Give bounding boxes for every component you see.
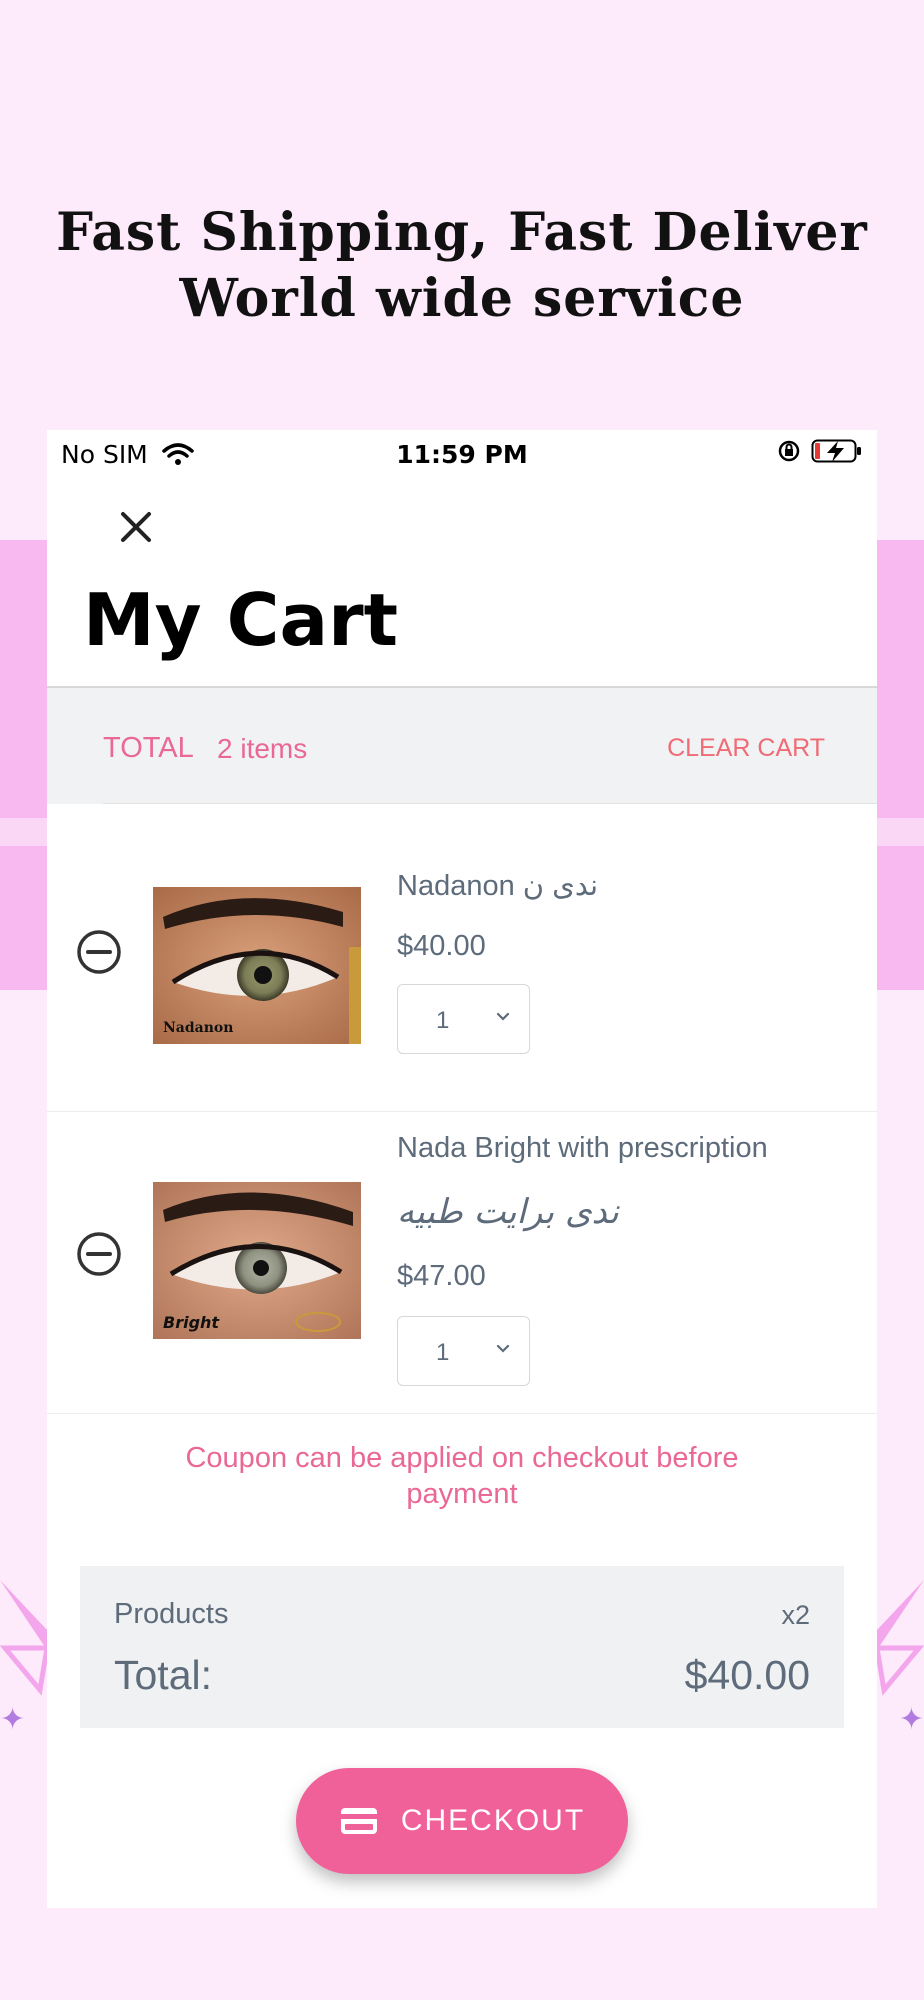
status-bar: No SIM 11:59 PM	[47, 430, 877, 478]
total-label: TOTAL	[103, 732, 194, 764]
checkout-label: CHECKOUT	[400, 1804, 586, 1837]
promo-line-1: Fast Shipping, Fast Deliver	[56, 202, 868, 263]
summary-total-label: Total:	[114, 1652, 212, 1698]
promo-line-2: World wide service	[179, 268, 745, 329]
product-price: $47.00	[397, 1260, 486, 1292]
quantity-value: 1	[436, 1007, 450, 1034]
credit-card-icon	[340, 1808, 377, 1834]
cart-item: Nadanon Nadanon ندى ن $40.00 1	[47, 804, 877, 1112]
image-caption: Nadanon	[163, 1020, 233, 1036]
chevron-down-icon	[496, 1344, 510, 1353]
background-triangle-left	[0, 1580, 47, 1696]
battery-charging-icon	[811, 439, 861, 463]
clear-cart-button[interactable]: CLEAR CART	[667, 734, 825, 763]
background-stripe-left	[0, 818, 47, 846]
image-caption: Bright	[163, 1313, 220, 1332]
promo-headline: Fast Shipping, Fast Deliver World wide s…	[0, 200, 924, 332]
chevron-down-icon	[496, 1012, 510, 1021]
page-title: My Cart	[83, 578, 398, 662]
phone-screen: No SIM 11:59 PM My Cart TOTAL 2 items CL…	[47, 430, 877, 1908]
remove-item-button[interactable]	[75, 1230, 123, 1278]
product-name: Nadanon ندى ن	[397, 870, 599, 902]
background-decoration-right	[877, 540, 924, 990]
background-decoration-left	[0, 540, 47, 990]
coupon-note: Coupon can be applied on checkout before…	[185, 1442, 739, 1510]
close-icon	[121, 512, 151, 542]
background-triangle-right	[877, 1580, 924, 1696]
order-summary: Products x2 Total: $40.00	[80, 1566, 844, 1728]
sparkle-icon: ✦	[0, 1702, 26, 1737]
products-count: x2	[781, 1600, 810, 1630]
remove-item-button[interactable]	[75, 928, 123, 976]
product-name-arabic: ندى برايت طبيه	[397, 1192, 619, 1232]
quantity-select[interactable]: 1	[397, 1316, 530, 1386]
product-image: Nadanon	[153, 887, 361, 1044]
cart-total-bar: TOTAL 2 items CLEAR CART	[47, 686, 877, 804]
orientation-lock-icon	[778, 440, 800, 462]
product-price: $40.00	[397, 930, 486, 962]
checkout-button[interactable]: CHECKOUT	[296, 1768, 628, 1874]
product-image: Bright	[153, 1182, 361, 1339]
products-label: Products	[114, 1598, 229, 1630]
sparkle-icon: ✦	[898, 1702, 924, 1737]
status-time: 11:59 PM	[396, 440, 528, 469]
product-name: Nada Bright with prescription	[397, 1132, 768, 1164]
cart-item: Bright Nada Bright with prescription ندى…	[47, 1112, 877, 1414]
quantity-value: 1	[436, 1339, 450, 1366]
item-count: 2 items	[217, 733, 308, 764]
background-stripe-right	[877, 818, 924, 846]
quantity-select[interactable]: 1	[397, 984, 530, 1054]
summary-total-value: $40.00	[684, 1652, 810, 1698]
close-button[interactable]	[111, 502, 161, 552]
